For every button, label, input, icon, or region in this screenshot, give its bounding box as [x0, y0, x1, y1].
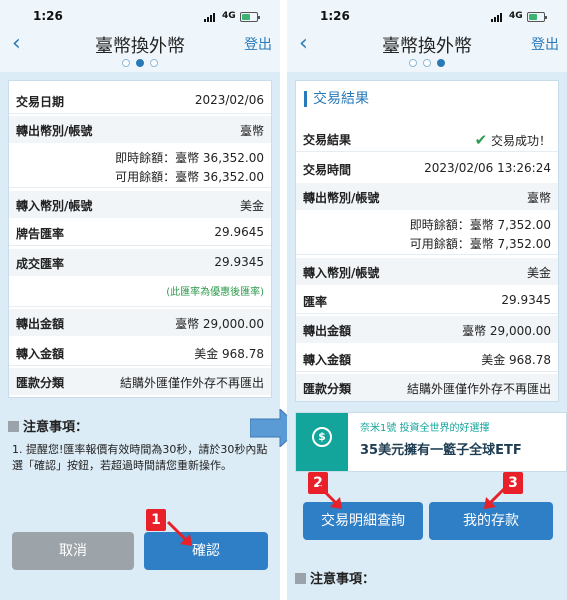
status-bar: 1:26 4G	[287, 0, 567, 28]
banner-line1: 奈米1號 投資全世界的好選擇	[360, 423, 490, 434]
rate-note: (此匯率為優惠後匯率)	[9, 281, 271, 307]
status-time: 1:26	[33, 9, 63, 23]
page-title: 臺幣換外幣	[95, 36, 185, 57]
red-arrow-icon	[484, 484, 509, 509]
signal-icon	[491, 13, 505, 22]
balance-row: 即時餘額：臺幣 36,352.00	[115, 151, 264, 165]
coin-hands-icon: $	[296, 413, 348, 471]
network-type: 4G	[222, 11, 236, 21]
checkbox-icon	[8, 421, 19, 432]
step-dot	[122, 59, 130, 67]
step-indicator	[120, 57, 160, 67]
network-type: 4G	[509, 11, 523, 21]
signal-icon	[204, 13, 218, 22]
red-arrow-icon	[166, 520, 192, 546]
detail-row: 成交匯率 29.9345	[9, 249, 271, 276]
step-badge-1: 1	[146, 509, 166, 531]
detail-row: 匯率 29.9345	[296, 287, 558, 314]
banner-line2: 35美元擁有一籃子全球ETF	[360, 443, 522, 458]
battery-icon	[240, 12, 260, 22]
step-dot-active	[437, 59, 445, 67]
notice-title: 注意事項：	[8, 416, 88, 435]
step-dot	[150, 59, 158, 67]
nav-bar: ‹ 臺幣換外幣 登出	[287, 28, 567, 72]
logout-link[interactable]: 登出	[531, 34, 559, 54]
confirm-button[interactable]: 確認	[144, 532, 268, 570]
cancel-button[interactable]: 取消	[12, 532, 134, 570]
red-arrow-icon	[317, 484, 342, 509]
result-row: 交易結果 ✔ 交易成功！	[296, 125, 558, 152]
detail-row: 牌告匯率 29.9645	[9, 219, 271, 246]
detail-row: 轉入幣別/帳號 美金	[296, 258, 558, 285]
detail-row: 轉出金額 臺幣 29,000.00	[9, 309, 271, 336]
checkbox-icon	[295, 573, 306, 584]
checkmark-icon: ✔	[474, 131, 488, 149]
detail-row: 匯款分類 結購外匯僅作外存不再匯出	[9, 368, 271, 395]
detail-row: 轉出幣別/帳號 臺幣	[9, 116, 271, 143]
nav-bar: ‹ 臺幣換外幣 登出	[0, 28, 280, 72]
notice-text: 1. 提醒您!匯率報價有效時間為30秒，請於30秒內點選「確認」按鈕，若超過時間…	[12, 443, 268, 472]
notice-title: 注意事項：	[295, 568, 375, 587]
detail-row: 轉出幣別/帳號 臺幣	[296, 183, 558, 210]
step-dot-active	[136, 59, 144, 67]
balance-row: 可用餘額：臺幣 36,352.00	[9, 166, 271, 188]
status-time: 1:26	[320, 9, 350, 23]
promo-banner[interactable]: $ 奈米1號 投資全世界的好選擇 35美元擁有一籃子全球ETF	[295, 412, 567, 472]
logout-link[interactable]: 登出	[244, 34, 272, 54]
balance-row: 可用餘額：臺幣 7,352.00	[296, 233, 558, 255]
detail-row: 交易日期 2023/02/06	[9, 87, 271, 114]
status-bar: 1:26 4G	[0, 0, 280, 28]
transaction-result-card: 交易結果 交易結果 ✔ 交易成功！ 交易時間 2023/02/06 13:26:2…	[295, 80, 559, 402]
detail-row: 轉出金額 臺幣 29,000.00	[296, 316, 558, 343]
page-title: 臺幣換外幣	[382, 36, 472, 57]
step-dot	[423, 59, 431, 67]
transaction-summary-card: 交易日期 2023/02/06 轉出幣別/帳號 臺幣 即時餘額：臺幣 36,352.…	[8, 80, 272, 398]
step-indicator	[407, 57, 447, 67]
step-dot	[409, 59, 417, 67]
battery-icon	[527, 12, 547, 22]
detail-row: 轉入幣別/帳號 美金	[9, 191, 271, 218]
detail-row: 匯款分類 結購外匯僅作外存不再匯出	[296, 374, 558, 401]
detail-row: 轉入金額 美金 968.78	[296, 345, 558, 372]
detail-row: 交易時間 2023/02/06 13:26:24	[303, 161, 551, 177]
section-title: 交易結果	[304, 91, 369, 107]
detail-row: 轉入金額 美金 968.78	[9, 339, 271, 366]
balance-row: 即時餘額：臺幣 7,352.00	[409, 218, 551, 232]
screen-confirm: 1:26 4G ‹ 臺幣換外幣 登出 交易日期 2023/02/06 轉出幣別/帳…	[0, 0, 280, 600]
screen-result: 1:26 4G ‹ 臺幣換外幣 登出 交易結果 交易結果 ✔ 交易成功！ 交易時…	[287, 0, 567, 600]
